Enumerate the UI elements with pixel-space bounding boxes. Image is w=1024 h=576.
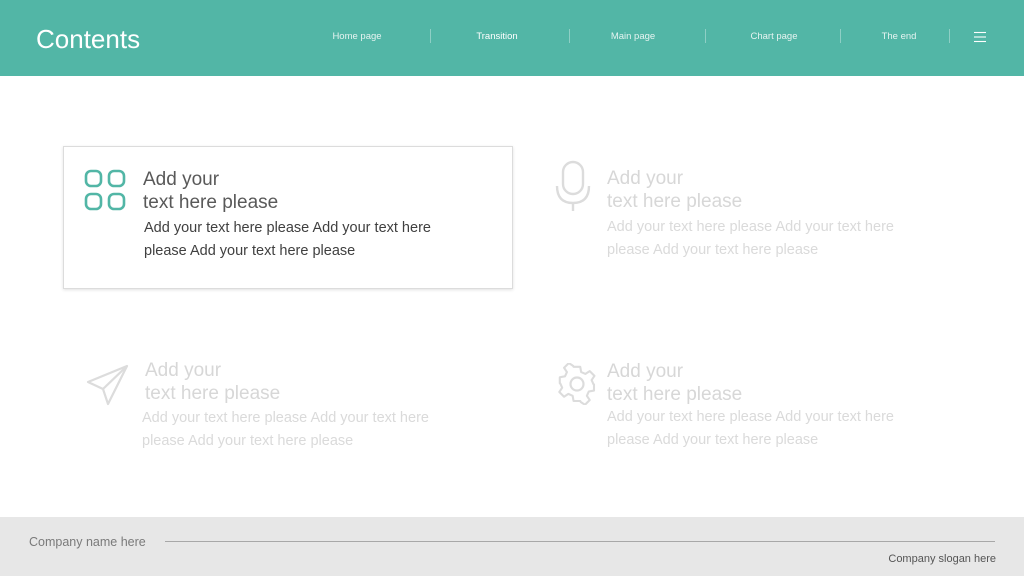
item-description-line: please Add your text here please [142,433,354,449]
hamburger-menu-icon[interactable] [972,30,988,44]
item-title: Add your text here please [145,359,445,405]
item-title-line: Add your [607,168,684,189]
item-description-line: please Add your text here please [144,243,356,259]
paper-plane-icon [86,363,130,412]
nav-item-chart-page[interactable]: Chart page [750,31,797,43]
microphone-icon [554,160,592,219]
item-title: Add your text here please [143,168,443,214]
item-description-line: Add your text here please Add your text … [142,410,429,426]
item-title-line: Add your [145,360,222,381]
item-title-line: text here please [145,383,281,404]
item-title-line: text here please [143,192,279,213]
nav-separator [569,29,570,43]
footer-bar: Company name here Company slogan here [0,517,1024,576]
item-title-line: Add your [607,361,684,382]
nav-separator [949,29,950,43]
page-title: Contents [36,24,141,54]
footer-divider [165,541,995,542]
item-description: Add your text here please Add your text … [607,216,927,262]
item-description-line: Add your text here please Add your text … [607,219,894,235]
item-description-line: Add your text here please Add your text … [607,409,894,425]
nav-item-transition[interactable]: Transition [476,31,517,43]
item-title: Add your text here please [607,167,907,213]
company-name: Company name here [29,535,146,549]
gear-icon [556,361,598,410]
item-description: Add your text here please Add your text … [607,406,927,452]
nav-separator [430,29,431,43]
nav-separator [705,29,706,43]
item-title-line: text here please [607,191,743,212]
item-description-line: please Add your text here please [607,242,819,258]
item-title: Add your text here please [607,360,907,406]
item-description: Add your text here please Add your text … [144,217,464,263]
item-title-line: Add your [143,169,220,190]
item-description-line: please Add your text here please [607,432,819,448]
header-bar: Contents Home page Transition Main page … [0,0,1024,76]
company-slogan: Company slogan here [888,553,996,565]
nav-separator [840,29,841,43]
nav-item-home-page[interactable]: Home page [332,31,381,43]
grid-icon [84,169,128,218]
item-title-line: text here please [607,384,743,405]
nav-item-main-page[interactable]: Main page [611,31,655,43]
item-description-line: Add your text here please Add your text … [144,220,431,236]
nav-item-the-end[interactable]: The end [882,31,917,43]
item-description: Add your text here please Add your text … [142,407,462,453]
